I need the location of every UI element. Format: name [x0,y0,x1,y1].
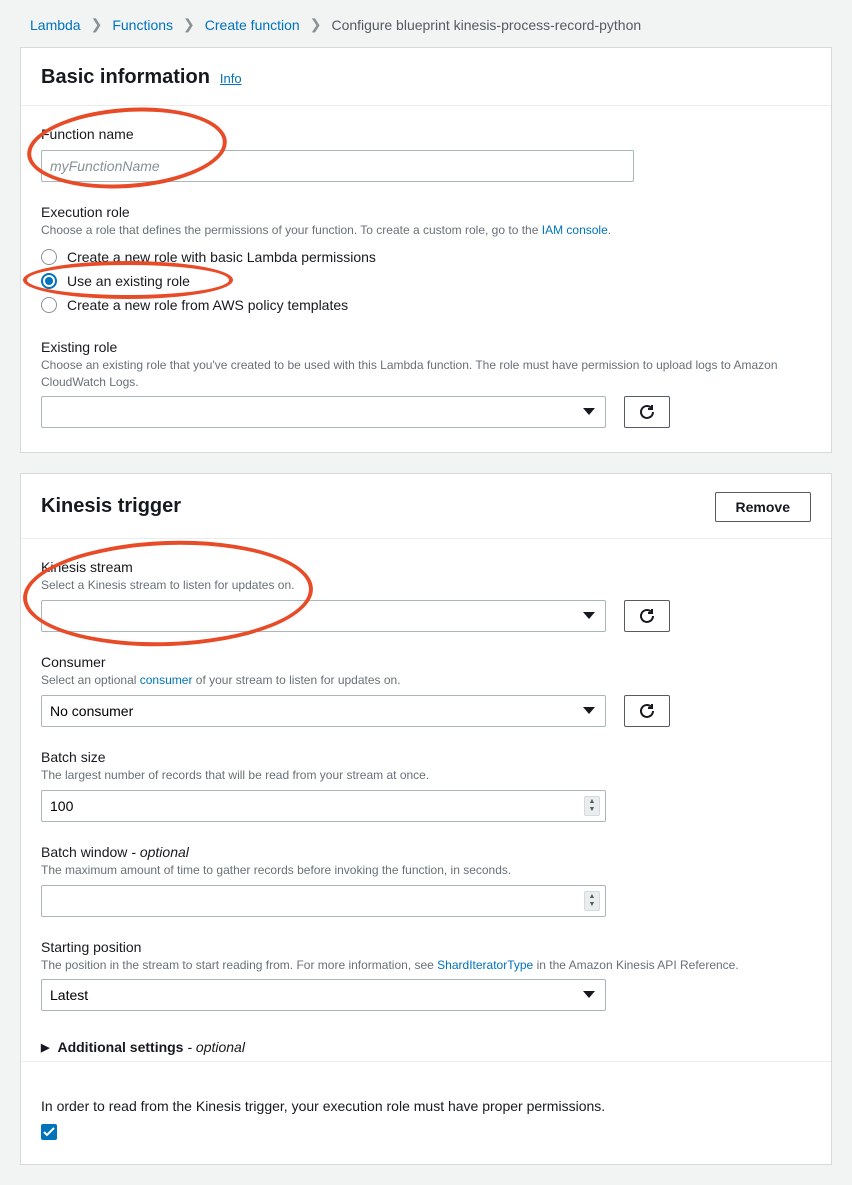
starting-position-select[interactable]: Latest [41,979,606,1011]
existing-role-select[interactable] [41,396,606,428]
batch-size-label: Batch size [41,749,811,765]
batch-size-help: The largest number of records that will … [41,767,811,784]
radio-label: Create a new role from AWS policy templa… [67,297,348,313]
consumer-select[interactable]: No consumer [41,695,606,727]
kinesis-stream-label: Kinesis stream [41,559,811,575]
function-name-field: Function name [41,126,811,182]
kinesis-stream-help: Select a Kinesis stream to listen for up… [41,577,811,594]
existing-role-field: Existing role Choose an existing role th… [41,339,811,429]
info-link[interactable]: Info [220,71,242,86]
panel-title: Basic information [41,66,210,89]
chevron-right-icon: ❯ [91,16,103,33]
kinesis-trigger-panel: Kinesis trigger Remove Kinesis stream Se… [20,473,832,1165]
execution-role-label: Execution role [41,204,811,220]
batch-size-field: Batch size The largest number of records… [41,749,811,822]
refresh-icon [639,608,655,624]
panel-header: Basic information Info [21,48,831,106]
batch-window-field: Batch window - optional The maximum amou… [41,844,811,917]
radio-icon [41,249,57,265]
refresh-existing-role-button[interactable] [624,396,670,428]
caret-right-icon: ▶ [41,1041,49,1054]
breadcrumb-create-function[interactable]: Create function [205,17,300,33]
kinesis-stream-field: Kinesis stream Select a Kinesis stream t… [41,559,811,632]
batch-size-input[interactable] [41,790,606,822]
radio-label: Use an existing role [67,273,190,289]
additional-settings-expander[interactable]: ▶ Additional settings - optional [41,1033,811,1061]
breadcrumb-lambda[interactable]: Lambda [30,17,81,33]
existing-role-label: Existing role [41,339,811,355]
function-name-input[interactable] [41,150,634,182]
starting-position-label: Starting position [41,939,811,955]
chevron-right-icon: ❯ [183,16,195,33]
consumer-label: Consumer [41,654,811,670]
permissions-notice: In order to read from the Kinesis trigge… [41,1098,811,1114]
basic-information-panel: Basic information Info Function name Exe… [20,47,832,453]
breadcrumb: Lambda ❯ Functions ❯ Create function ❯ C… [0,0,852,47]
refresh-icon [639,404,655,420]
remove-trigger-button[interactable]: Remove [715,492,811,522]
refresh-consumer-button[interactable] [624,695,670,727]
starting-position-help: The position in the stream to start read… [41,957,811,974]
execution-role-field: Execution role Choose a role that define… [41,204,811,317]
consumer-help: Select an optional consumer of your stre… [41,672,811,689]
radio-icon [41,273,57,289]
refresh-icon [639,703,655,719]
radio-create-from-templates[interactable]: Create a new role from AWS policy templa… [41,293,811,317]
breadcrumb-functions[interactable]: Functions [112,17,173,33]
batch-window-help: The maximum amount of time to gather rec… [41,862,811,879]
radio-icon [41,297,57,313]
refresh-kinesis-stream-button[interactable] [624,600,670,632]
stepper-icon[interactable]: ▲▼ [584,891,600,911]
execution-role-help: Choose a role that defines the permissio… [41,222,811,239]
stepper-icon[interactable]: ▲▼ [584,796,600,816]
batch-window-input[interactable] [41,885,606,917]
starting-position-field: Starting position The position in the st… [41,939,811,1012]
radio-use-existing-role[interactable]: Use an existing role [41,269,811,293]
radio-label: Create a new role with basic Lambda perm… [67,249,376,265]
sharditeratortype-link[interactable]: ShardIteratorType [437,958,533,972]
function-name-label: Function name [41,126,811,142]
existing-role-help: Choose an existing role that you've crea… [41,357,811,391]
consumer-field: Consumer Select an optional consumer of … [41,654,811,727]
permissions-checkbox[interactable] [41,1124,57,1140]
kinesis-stream-select[interactable] [41,600,606,632]
chevron-right-icon: ❯ [310,16,322,33]
check-icon [43,1127,55,1137]
breadcrumb-current: Configure blueprint kinesis-process-reco… [331,17,641,33]
panel-header: Kinesis trigger Remove [21,474,831,539]
iam-console-link[interactable]: IAM console [542,223,608,237]
consumer-link[interactable]: consumer [140,673,193,687]
radio-create-new-role[interactable]: Create a new role with basic Lambda perm… [41,245,811,269]
batch-window-label: Batch window - optional [41,844,811,860]
panel-title: Kinesis trigger [41,495,181,518]
